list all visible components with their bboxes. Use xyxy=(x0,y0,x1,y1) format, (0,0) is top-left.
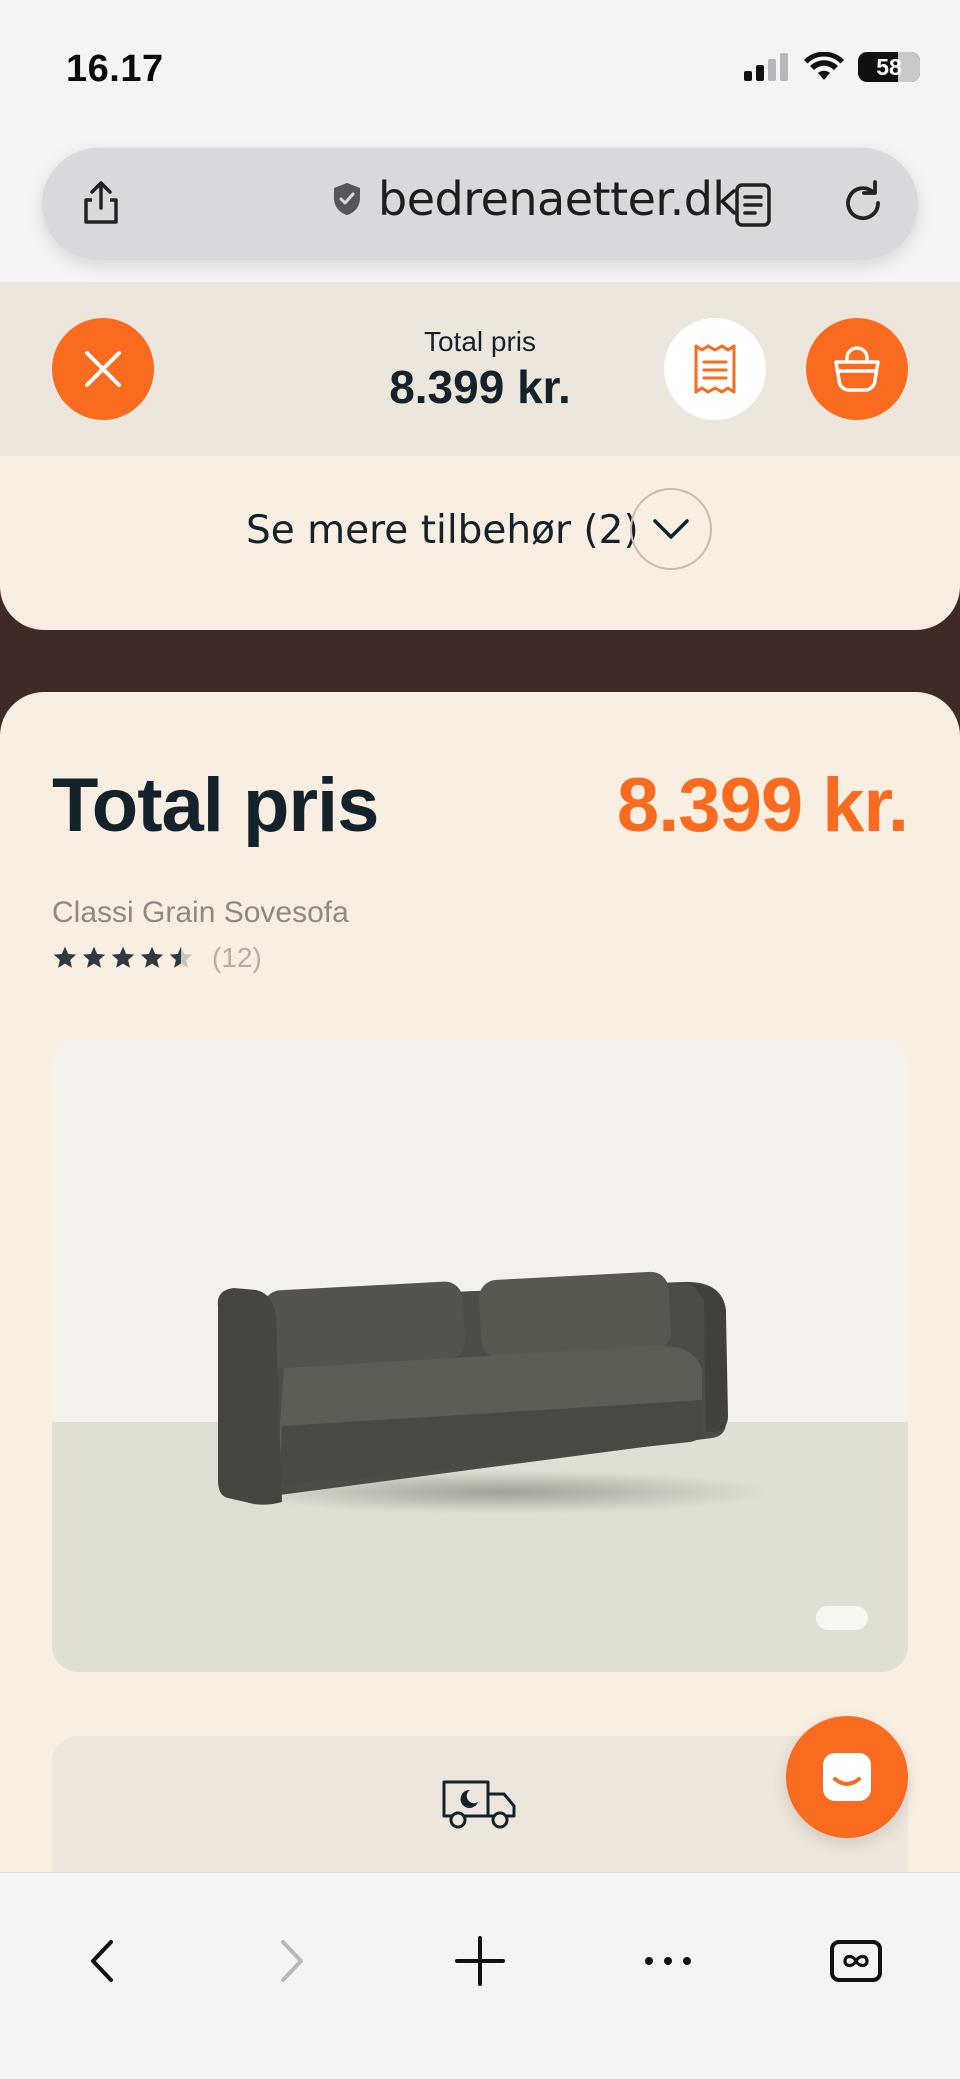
chat-button[interactable] xyxy=(786,1716,908,1838)
header-total-price: Total pris 8.399 kr. xyxy=(340,326,620,414)
star-icon xyxy=(140,946,164,968)
new-tab-button[interactable] xyxy=(448,1929,512,1993)
browser-toolbar-bottom xyxy=(0,1872,960,2079)
forward-button[interactable] xyxy=(260,1929,324,1993)
more-accessories-label[interactable]: Se mere tilbehør (2) xyxy=(246,508,639,553)
close-button[interactable] xyxy=(52,318,154,420)
more-accessories-bar[interactable]: Se mere tilbehør (2) xyxy=(0,456,960,630)
star-icon xyxy=(82,946,106,968)
sofa-illustration xyxy=(217,1271,772,1514)
product-name[interactable]: Classi Grain Sovesofa xyxy=(52,896,349,930)
order-summary-card: Total pris 8.399 kr. Classi Grain Soveso… xyxy=(0,692,960,1936)
tabs-icon xyxy=(830,1940,882,1982)
status-icons: 58 xyxy=(744,52,920,82)
chevron-right-icon xyxy=(281,1940,303,1982)
header-total-label: Total pris xyxy=(423,326,537,357)
cellular-signal-icon xyxy=(744,53,788,81)
url-display[interactable]: bedrenaetter.dk xyxy=(332,172,739,226)
wifi-icon xyxy=(804,52,844,80)
battery-indicator: 58 xyxy=(858,52,920,82)
reader-mode-icon[interactable] xyxy=(730,180,776,230)
summary-price: 8.399 kr. xyxy=(616,763,909,848)
address-bar[interactable]: bedrenaetter.dk xyxy=(42,148,918,260)
receipt-icon xyxy=(694,344,736,394)
more-accessories-toggle[interactable] xyxy=(630,488,712,570)
chevron-down-icon xyxy=(653,519,689,539)
chevron-left-icon xyxy=(91,1940,113,1982)
cart-button[interactable] xyxy=(806,318,908,420)
back-button[interactable] xyxy=(70,1929,134,1993)
star-icon xyxy=(169,946,193,968)
close-icon xyxy=(85,351,121,387)
url-text: bedrenaetter.dk xyxy=(378,172,739,226)
more-button[interactable] xyxy=(636,1929,700,1993)
chat-icon xyxy=(823,1753,871,1801)
plus-icon xyxy=(455,1936,505,1986)
delivery-truck-icon xyxy=(442,1780,516,1829)
product-rating[interactable]: (12) xyxy=(52,942,262,974)
share-icon[interactable] xyxy=(76,178,126,228)
privacy-shield-icon xyxy=(334,183,360,215)
image-indicator-pill[interactable] xyxy=(816,1606,868,1630)
sticky-price-header: Total pris 8.399 kr. xyxy=(0,282,960,456)
status-time: 16.17 xyxy=(66,48,164,90)
star-icon xyxy=(111,946,135,968)
star-icon xyxy=(53,946,77,968)
review-count[interactable]: (12) xyxy=(212,942,262,974)
browser-chrome-top: 16.17 58 bedrenaetter.dk xyxy=(0,0,960,282)
product-image[interactable] xyxy=(52,1040,908,1672)
battery-level: 58 xyxy=(876,53,902,80)
tabs-button[interactable] xyxy=(824,1929,888,1993)
reload-icon[interactable] xyxy=(838,178,888,228)
rating-stars xyxy=(52,945,194,971)
receipt-button[interactable] xyxy=(664,318,766,420)
more-dots-icon xyxy=(645,1957,691,1965)
summary-title: Total pris xyxy=(52,763,379,848)
shopping-basket-icon xyxy=(834,346,880,392)
header-total-value: 8.399 kr. xyxy=(389,361,571,413)
